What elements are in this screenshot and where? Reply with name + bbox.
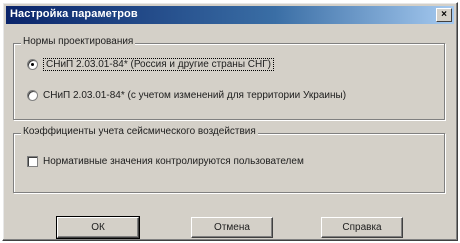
norm-option-russia[interactable]: СНиП 2.03.01-84* (Россия и другие страны…: [27, 58, 274, 71]
cancel-button[interactable]: Отмена: [191, 217, 273, 238]
norm-option-ukraine[interactable]: СНиП 2.03.01-84* (с учетом изменений для…: [27, 90, 346, 101]
settings-dialog: Настройка параметров × Нормы проектирова…: [2, 2, 458, 241]
norm-russia-radio[interactable]: [27, 59, 38, 70]
seismic-coef-label: Коэффициенты учета сейсмического воздейс…: [21, 126, 258, 137]
close-icon: ×: [441, 9, 447, 20]
dialog-title: Настройка параметров: [10, 8, 138, 20]
user-controlled-checkbox[interactable]: [27, 156, 38, 167]
design-norms-label: Нормы проектирования: [21, 36, 136, 47]
norm-ukraine-label: СНиП 2.03.01-84* (с учетом изменений для…: [43, 90, 347, 101]
user-controlled-label: Нормативные значения контролируются поль…: [43, 156, 304, 167]
design-norms-group: Нормы проектирования СНиП 2.03.01-84* (Р…: [13, 36, 445, 120]
ok-button[interactable]: ОК: [56, 216, 140, 239]
seismic-coef-group: Коэффициенты учета сейсмического воздейс…: [13, 126, 445, 193]
title-bar[interactable]: Настройка параметров ×: [6, 6, 454, 24]
close-button[interactable]: ×: [436, 8, 452, 22]
help-button[interactable]: Справка: [321, 217, 403, 238]
user-controlled-option[interactable]: Нормативные значения контролируются поль…: [27, 156, 304, 167]
norm-russia-label: СНиП 2.03.01-84* (Россия и другие страны…: [43, 58, 274, 71]
norm-ukraine-radio[interactable]: [27, 90, 38, 101]
